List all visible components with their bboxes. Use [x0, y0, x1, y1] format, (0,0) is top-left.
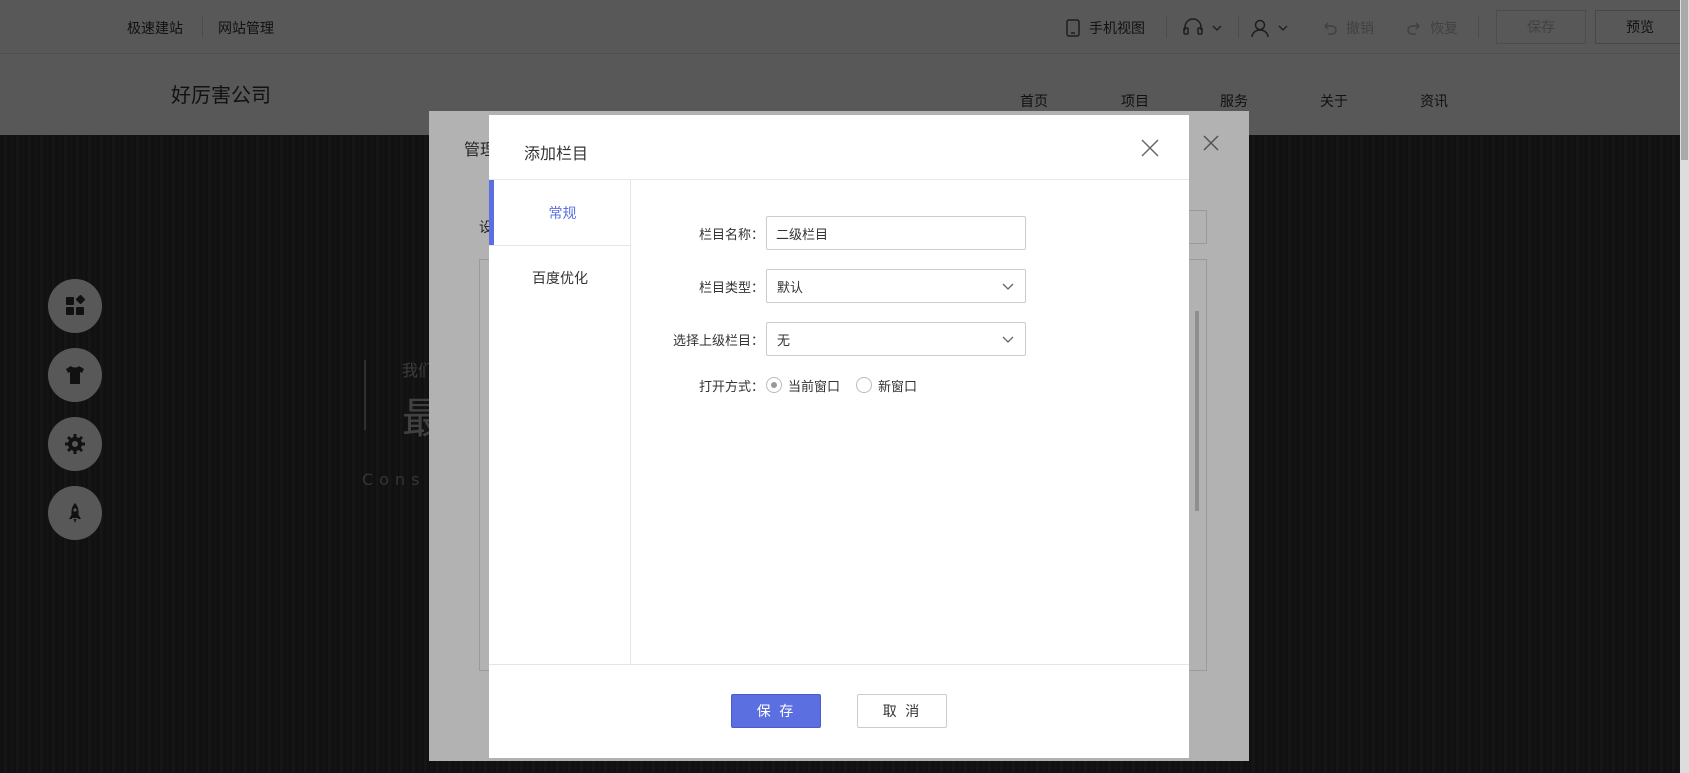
cancel-button[interactable]: 取 消	[857, 694, 947, 728]
parent-column-value: 无	[777, 333, 791, 349]
tab-baidu-seo[interactable]: 百度优化	[489, 245, 631, 310]
dialog-footer: 保 存 取 消	[489, 664, 1189, 758]
type-label: 栏目类型：	[698, 280, 764, 296]
chevron-down-icon	[1002, 336, 1014, 343]
parent-label: 选择上级栏目：	[672, 333, 764, 349]
tab-general[interactable]: 常规	[489, 180, 631, 245]
radio-unchecked	[856, 377, 873, 393]
scrollbar-thumb[interactable]	[1681, 0, 1688, 160]
parent-column-select[interactable]: 无	[766, 322, 1026, 356]
radio-checked	[766, 377, 782, 393]
save-button[interactable]: 保 存	[731, 694, 821, 728]
close-icon[interactable]	[1139, 137, 1161, 159]
radio-new-window[interactable]: 新窗口	[856, 376, 917, 395]
radio-current-window-label: 当前窗口	[788, 379, 841, 395]
dialog-tabs: 常规 百度优化	[489, 180, 631, 664]
add-column-dialog: 添加栏目 常规 百度优化 栏目名称： 二级栏目 栏目类型： 默认 选择上级栏目：…	[489, 115, 1189, 758]
page-scrollbar[interactable]	[1680, 0, 1689, 773]
column-type-value: 默认	[777, 280, 804, 296]
column-name-input[interactable]: 二级栏目	[766, 216, 1026, 250]
radio-current-window[interactable]: 当前窗口	[766, 376, 840, 395]
name-label: 栏目名称：	[698, 227, 764, 243]
radio-new-window-label: 新窗口	[878, 379, 918, 395]
form-row-open-mode: 打开方式： 当前窗口 新窗口	[631, 368, 917, 402]
form-row-name: 栏目名称： 二级栏目	[631, 216, 1026, 250]
form-row-type: 栏目类型： 默认	[631, 269, 1026, 303]
chevron-down-icon	[1002, 283, 1014, 290]
form-row-parent: 选择上级栏目： 无	[631, 322, 1026, 356]
open-mode-radios: 当前窗口 新窗口	[766, 376, 917, 395]
column-type-select[interactable]: 默认	[766, 269, 1026, 303]
dialog-header: 添加栏目	[489, 115, 1189, 180]
open-mode-label: 打开方式：	[698, 379, 764, 395]
dialog-title: 添加栏目	[524, 144, 589, 163]
